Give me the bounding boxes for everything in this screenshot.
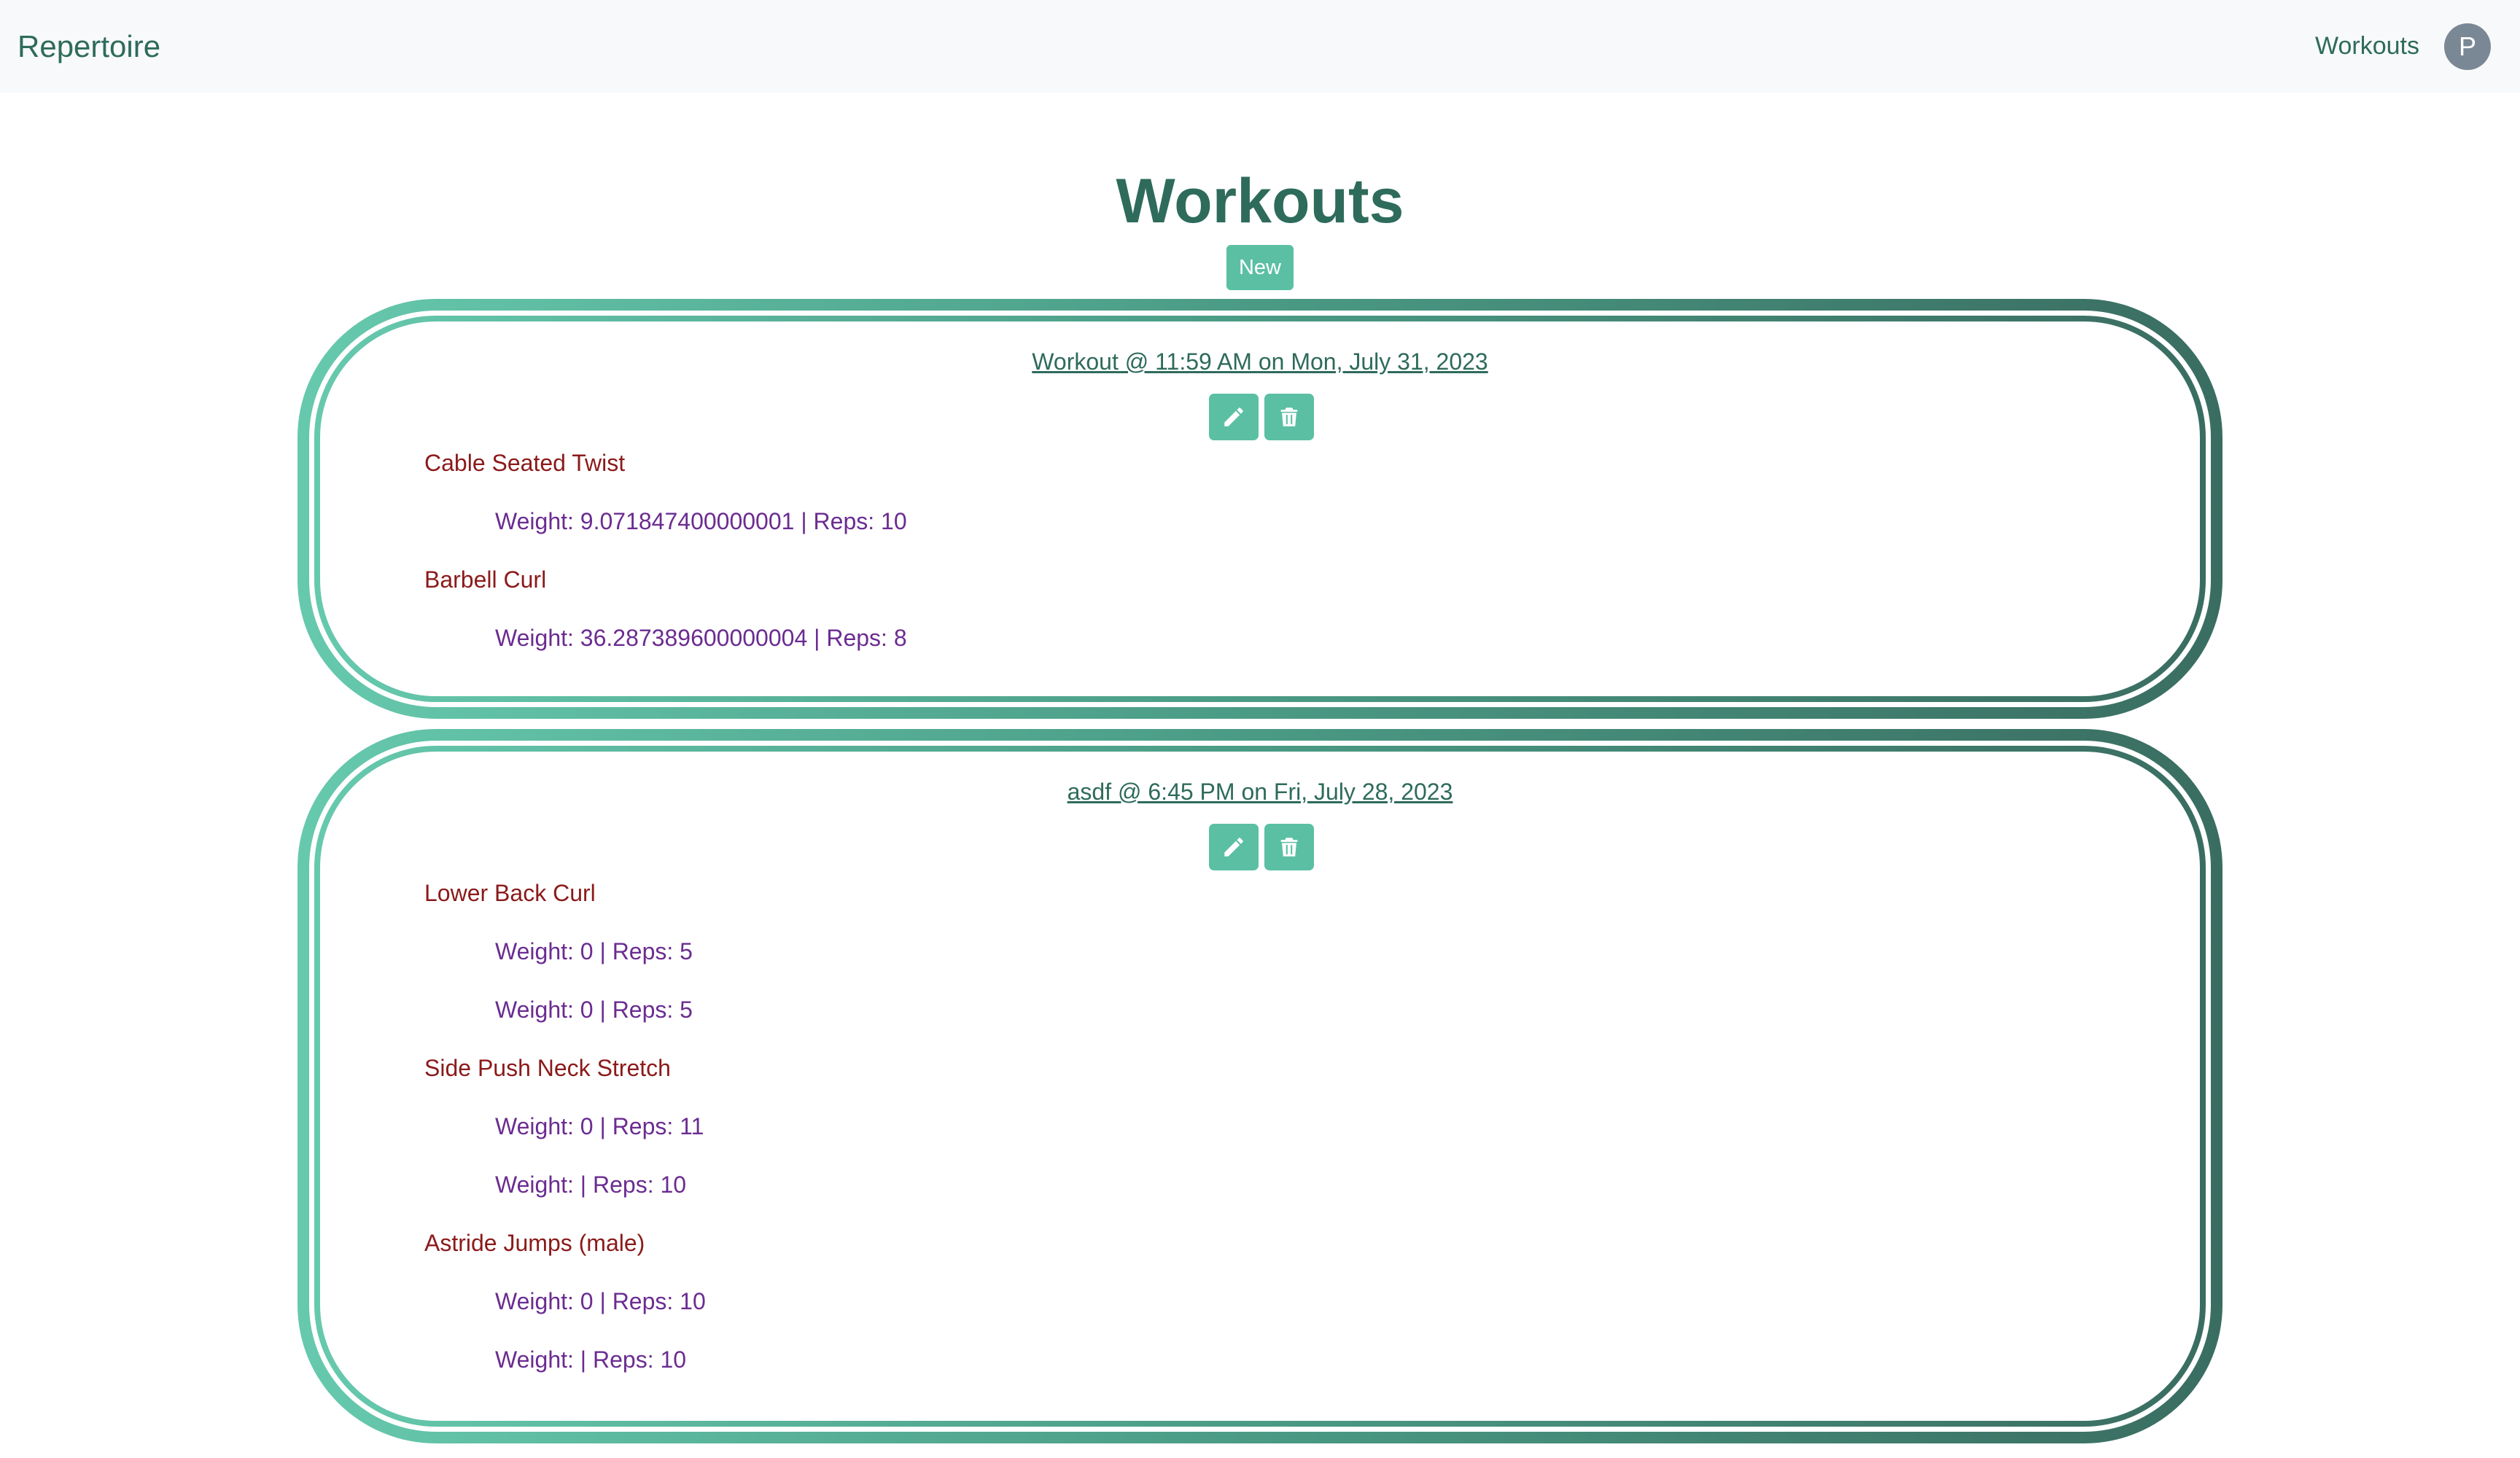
- edit-workout-button[interactable]: [1209, 394, 1259, 440]
- new-workout-button[interactable]: New: [1226, 245, 1294, 290]
- set-row: Weight: 0 | Reps: 5: [495, 997, 693, 1023]
- pencil-icon: [1224, 408, 1243, 426]
- set-row: Weight: 0 | Reps: 11: [495, 1113, 704, 1139]
- trash-icon: [1280, 838, 1298, 857]
- set-row: Weight: | Reps: 10: [495, 1172, 687, 1198]
- pencil-icon: [1224, 838, 1243, 857]
- workout-actions: [320, 394, 2200, 440]
- nav-workouts-link[interactable]: Workouts: [2315, 32, 2419, 61]
- avatar[interactable]: P: [2444, 23, 2491, 70]
- brand-link[interactable]: Repertoire: [18, 29, 160, 64]
- navbar-right: Workouts P: [2315, 23, 2491, 70]
- workout-actions: [320, 824, 2200, 870]
- exercise-name: Barbell Curl: [424, 566, 547, 593]
- exercise-name: Lower Back Curl: [424, 880, 596, 906]
- workout-title-link[interactable]: asdf @ 6:45 PM on Fri, July 28, 2023: [320, 779, 2200, 806]
- top-navbar: Repertoire Workouts P: [0, 0, 2520, 93]
- exercise-list: Lower Back Curl Weight: 0 | Reps: 5 Weig…: [424, 871, 2200, 1396]
- delete-workout-button[interactable]: [1264, 394, 1314, 440]
- set-row: Weight: 36.287389600000004 | Reps: 8: [495, 625, 907, 651]
- set-row: Weight: 9.071847400000001 | Reps: 10: [495, 508, 907, 534]
- set-row: Weight: | Reps: 10: [495, 1346, 687, 1373]
- edit-workout-button[interactable]: [1209, 824, 1259, 870]
- workout-card: Workout @ 11:59 AM on Mon, July 31, 2023…: [298, 299, 2222, 719]
- exercise-list: Cable Seated Twist Weight: 9.07184740000…: [424, 441, 2200, 674]
- workout-card: asdf @ 6:45 PM on Fri, July 28, 2023 Low…: [298, 729, 2222, 1443]
- set-row: Weight: 0 | Reps: 5: [495, 938, 693, 964]
- trash-icon: [1280, 408, 1298, 426]
- workout-title-link[interactable]: Workout @ 11:59 AM on Mon, July 31, 2023: [320, 348, 2200, 375]
- exercise-name: Cable Seated Twist: [424, 450, 626, 476]
- exercise-name: Astride Jumps (male): [424, 1230, 645, 1256]
- delete-workout-button[interactable]: [1264, 824, 1314, 870]
- exercise-name: Side Push Neck Stretch: [424, 1055, 671, 1081]
- page-title: Workouts: [1116, 166, 1404, 236]
- set-row: Weight: 0 | Reps: 10: [495, 1288, 706, 1314]
